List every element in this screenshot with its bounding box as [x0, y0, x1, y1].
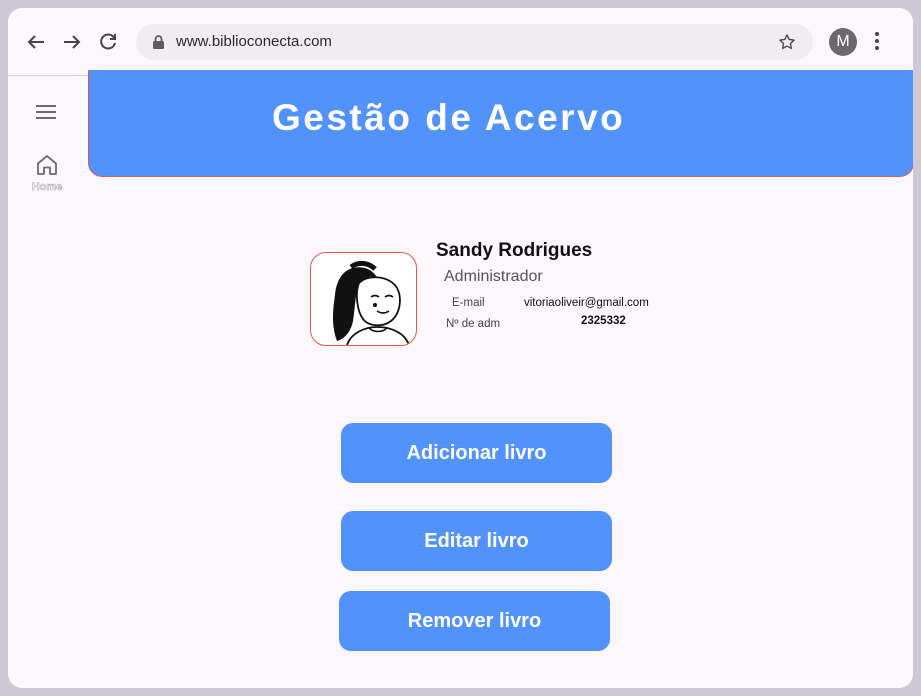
profile-role: Administrador: [444, 268, 543, 285]
lock-icon[interactable]: [152, 34, 165, 55]
browser-toolbar: www.biblioconecta.com M: [8, 8, 913, 76]
back-icon[interactable]: [24, 30, 48, 54]
profile-avatar[interactable]: M: [829, 28, 857, 56]
email-label: E-mail: [452, 297, 485, 309]
sidebar-item-home[interactable]: Home: [24, 152, 70, 193]
more-vert-icon[interactable]: [874, 30, 880, 57]
reload-icon[interactable]: [96, 30, 120, 54]
url-text[interactable]: www.biblioconecta.com: [176, 33, 332, 50]
forward-icon[interactable]: [60, 30, 84, 54]
email-value: vitoriaoliveir@gmail.com: [524, 297, 649, 309]
adm-number-label: Nº de adm: [446, 318, 501, 330]
browser-window: www.biblioconecta.com M Home Gestão de A…: [8, 8, 913, 688]
page-title: Gestão de Acervo: [272, 97, 626, 138]
address-bar[interactable]: www.biblioconecta.com: [136, 24, 813, 60]
edit-book-button[interactable]: Editar livro: [341, 511, 612, 571]
remove-book-button[interactable]: Remover livro: [339, 591, 610, 651]
profile-picture: [310, 252, 417, 346]
home-icon: [34, 155, 60, 182]
star-icon[interactable]: [777, 32, 797, 57]
adm-number-value: 2325332: [581, 315, 626, 327]
sidebar-item-label: Home: [31, 181, 63, 194]
profile-name: Sandy Rodrigues: [436, 240, 593, 261]
add-book-button[interactable]: Adicionar livro: [341, 423, 612, 483]
hamburger-menu-icon[interactable]: [34, 104, 58, 125]
page-header: Gestão de Acervo: [88, 70, 913, 177]
